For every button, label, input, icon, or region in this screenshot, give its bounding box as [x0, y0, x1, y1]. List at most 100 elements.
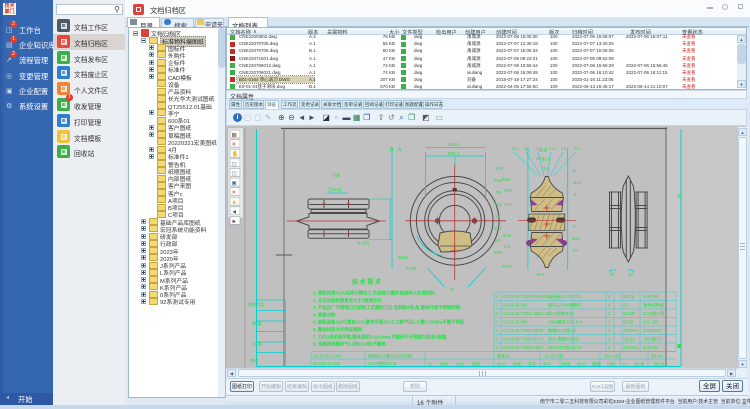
svg-text:2. 未注涂层和倒角无大于2度角空白.: 2. 未注涂层和倒角无大于2度角空白.	[313, 297, 383, 304]
svg-text:45Crg: 45Crg	[623, 294, 635, 299]
svg-text:Φ45: Φ45	[503, 233, 512, 238]
svg-text:R8: R8	[495, 238, 501, 243]
svg-text:02.03.05.T2803-0964-12: 02.03.05.T2803-0964-12	[503, 311, 550, 316]
svg-text:341-380: 341-380	[643, 320, 659, 325]
svg-text:Φ52: Φ52	[494, 202, 503, 207]
svg-text:►: ►	[232, 219, 237, 225]
svg-text:M12: M12	[573, 180, 582, 185]
svg-text:连接圈14×72-T01: 连接圈14×72-T01	[548, 293, 582, 300]
svg-text:M12: M12	[572, 236, 581, 241]
svg-text:处数: 处数	[513, 361, 521, 367]
svg-text:706: 706	[332, 173, 341, 179]
svg-text:1. 调质处理T235后再行精加工,外观除刀圈外高频淬火处理: 1. 调质处理T235后再行精加工,外观除刀圈外高频淬火处理较制.	[313, 290, 436, 297]
svg-text:Φ2: Φ2	[512, 146, 518, 151]
svg-text:旋转判定: 旋转判定	[248, 301, 265, 308]
svg-text:46.5: 46.5	[536, 272, 545, 277]
svg-text:分区: 分区	[456, 361, 464, 367]
svg-text:更改: 更改	[472, 361, 480, 367]
svg-text:第1张: 第1张	[654, 361, 664, 367]
svg-text:整体结构钢: 整体结构钢	[643, 302, 664, 309]
svg-text:0.8: 0.8	[549, 146, 555, 151]
svg-text:技 术 要 求: 技 术 要 求	[352, 278, 382, 286]
svg-text:✕: ✕	[232, 190, 237, 196]
svg-text:LAA4整图03 半: LAA4整图03 半	[368, 360, 397, 367]
svg-text:6CrMn: 6CrMn	[623, 311, 636, 316]
svg-text:整圈M4刀圈-03: 整圈M4刀圈-03	[548, 327, 577, 334]
svg-text:16: 16	[543, 166, 548, 171]
svg-text:42CrMo: 42CrMo	[623, 328, 639, 333]
svg-text:年月: 年月	[543, 361, 551, 367]
svg-text:50: 50	[610, 272, 615, 277]
svg-text:B0164: B0164	[651, 354, 664, 359]
svg-text:6. 整体材质允许保证期限.: 6. 整体材质允许保证期限.	[313, 326, 363, 333]
svg-text:02.03.05.004: 02.03.05.004	[503, 303, 528, 308]
svg-text:1.6: 1.6	[536, 146, 542, 151]
svg-text:0909螺母刀01-8.4: 0909螺母刀01-8.4	[548, 319, 582, 326]
svg-text:Φ52: Φ52	[494, 226, 503, 231]
svg-text:Q235: Q235	[623, 320, 634, 325]
svg-text:共1张: 共1张	[634, 361, 644, 367]
svg-text:◫: ◫	[232, 171, 238, 177]
svg-text:12: 12	[495, 214, 500, 219]
svg-text:双头-整圈刀04刀: 双头-整圈刀04刀	[548, 336, 579, 343]
svg-text:AC 05-010-043: AC 05-010-043	[313, 354, 342, 359]
svg-text:刀04整刀T: 刀04整刀T	[643, 336, 663, 343]
svg-text:Φ45: Φ45	[494, 250, 503, 255]
svg-text:配刀圈整体垫: 配刀圈整体垫	[548, 310, 574, 317]
svg-text:25: 25	[573, 248, 578, 253]
svg-text:50: 50	[628, 272, 633, 277]
svg-text:Φ85: Φ85	[502, 177, 511, 182]
svg-text:重量: 重量	[592, 361, 600, 367]
svg-text:阶段: 阶段	[562, 361, 570, 367]
svg-text:Φ2: Φ2	[574, 146, 580, 151]
svg-text:✕: ✕	[232, 142, 237, 148]
svg-text:3. 产品出厂不锈钢刀刃结构工艺磨削刀刃,毛刺除3倍,角,整: 3. 产品出厂不锈钢刀刃结构工艺磨削刀刃,毛刺除3倍,角,整体外观不锈钢特殊.	[313, 304, 461, 311]
svg-text:◫: ◫	[232, 161, 238, 167]
svg-text:8. 油器按树整体气0.5秒(1/4倍)不整体.: 8. 油器按树整体气0.5秒(1/4倍)不整体.	[313, 341, 387, 348]
svg-text:3.5: 3.5	[504, 244, 510, 249]
svg-text:审核: 审核	[250, 357, 259, 364]
svg-text:206.6: 206.6	[448, 142, 460, 147]
svg-text:Φ45: Φ45	[494, 178, 503, 183]
svg-text:7. 刀刃2倍系统平整,整体测定0.02/1mm,平整体不不: 7. 刀刃2倍系统平整,整体测定0.02/1mm,平整体不不锈蛋白其余2倍整.	[313, 333, 447, 340]
svg-text:02.03.05.T2803-0176: 02.03.05.T2803-0176	[503, 337, 544, 342]
svg-text:R3: R3	[524, 146, 530, 151]
svg-text:Φ136: Φ136	[406, 266, 417, 271]
svg-text:B: B	[451, 287, 454, 292]
svg-text:▦: ▦	[232, 133, 238, 139]
svg-text:23432E4T: 23432E4T	[643, 328, 663, 333]
svg-text:数 量: 数 量	[252, 320, 262, 327]
svg-text:✋: ✋	[232, 151, 239, 158]
svg-text:整体记: 整体记	[497, 353, 510, 360]
svg-text:标记: 标记	[577, 361, 585, 367]
svg-text:4. 简素对称.: 4. 简素对称.	[313, 311, 337, 318]
svg-text:826-830: 826-830	[643, 345, 659, 350]
svg-text:标记: 标记	[497, 361, 505, 367]
svg-text:05-010-12-046: 05-010-12-046	[313, 361, 341, 366]
svg-text:签名: 签名	[528, 361, 536, 367]
svg-text:Φ60: Φ60	[504, 188, 513, 193]
svg-text:比例: 比例	[607, 361, 615, 367]
svg-text:图题和AA整体记05刀圈: 图题和AA整体记05刀圈	[368, 353, 412, 360]
svg-text:02.03.T28: 02.03.T28	[545, 354, 565, 359]
svg-text:42CrMo: 42CrMo	[623, 345, 639, 350]
svg-text:02.03.05.T2803-2005: 02.03.05.T2803-2005	[503, 328, 544, 333]
svg-text:5. 装配温度220℃整体±0.5,整体平面±0.25,刀断: 5. 装配温度220℃整体±0.5,整体平面±0.25,刀断气压1.5,整0.2…	[313, 319, 465, 326]
svg-text:02.03.05.080: 02.03.05.080	[503, 320, 528, 325]
svg-text:记: 记	[428, 361, 432, 367]
svg-text:/1g 12: /1g 12	[623, 337, 635, 342]
svg-text:Φ162: Φ162	[398, 255, 409, 260]
svg-text:1:2: 1:2	[622, 362, 628, 367]
svg-text:02.03.05.T2803-0964-005: 02.03.05.T2803-0964-005	[503, 294, 552, 299]
svg-text:▲: ▲	[232, 200, 237, 206]
svg-text:Φ30: Φ30	[495, 166, 504, 171]
svg-text:45.5: 45.5	[536, 156, 545, 161]
svg-text:R8: R8	[496, 190, 502, 195]
svg-text:R12: R12	[505, 202, 513, 207]
svg-text:R3: R3	[561, 146, 567, 151]
svg-text:Φ120: Φ120	[502, 264, 513, 269]
svg-text:02.03.05.T2803-1060: 02.03.05.T2803-1060	[503, 345, 544, 350]
svg-text:▣: ▣	[232, 181, 238, 187]
svg-text:25: 25	[572, 168, 577, 173]
svg-text:圆柱头内六角螺打: 圆柱头内六角螺打	[548, 302, 582, 309]
